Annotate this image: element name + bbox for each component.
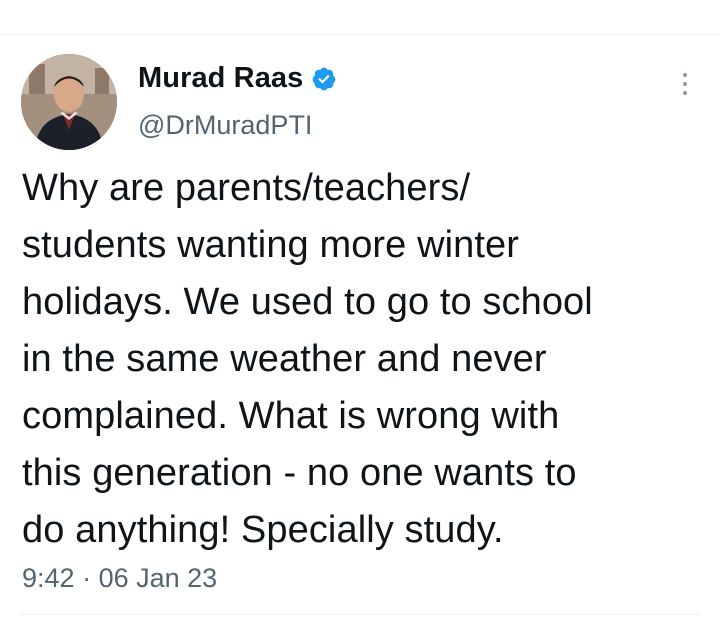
tweet-card: Murad Raas @DrMuradPTI Why are parents/t… — [0, 0, 720, 640]
tweet-time: 9:42 — [22, 563, 75, 593]
more-options-icon[interactable] — [672, 64, 698, 104]
tweet-date: 06 Jan 23 — [98, 563, 218, 593]
display-name[interactable]: Murad Raas — [138, 62, 303, 95]
verified-badge-icon — [311, 66, 337, 92]
more-dot — [683, 91, 687, 95]
tweet-timestamp[interactable]: 9:42 · 06 Jan 23 — [22, 563, 217, 594]
user-handle[interactable]: @DrMuradPTI — [138, 110, 312, 141]
more-dot — [683, 73, 687, 77]
author-row: Murad Raas — [138, 62, 337, 95]
avatar-photo-icon — [21, 54, 117, 150]
avatar[interactable] — [21, 54, 117, 150]
tweet-text: Why are parents/teachers/ students wanti… — [22, 167, 593, 551]
bottom-divider — [20, 614, 700, 615]
timestamp-separator: · — [82, 563, 92, 593]
more-dot — [683, 82, 687, 86]
